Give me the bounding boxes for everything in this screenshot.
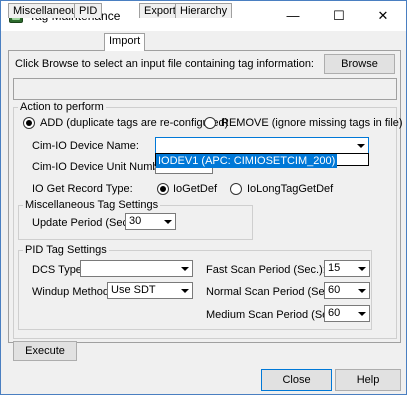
update-period-label: Update Period (Sec.):: [32, 217, 138, 229]
medium-scan-combo[interactable]: 60: [324, 305, 370, 322]
windup-method-combo[interactable]: Use SDT: [107, 282, 193, 299]
tab-pid[interactable]: PID: [74, 3, 103, 18]
device-unit-label: Cim-IO Device Unit Number:: [32, 161, 172, 173]
iolongtaggetdef-radio[interactable]: [230, 183, 242, 195]
execute-button[interactable]: Execute: [13, 341, 77, 361]
file-path-field[interactable]: [13, 78, 397, 100]
help-button[interactable]: Help: [335, 369, 401, 391]
maximize-button[interactable]: ☐: [316, 1, 362, 31]
iolongtaggetdef-label: IoLongTagGetDef: [247, 183, 334, 195]
fast-scan-combo[interactable]: 15: [324, 260, 370, 277]
record-type-label: IO Get Record Type:: [32, 183, 133, 195]
device-option-iodev1[interactable]: IODEV1 (APC: CIMIOSETCIM_200): [156, 154, 338, 168]
remove-radio[interactable]: [204, 117, 216, 129]
normal-scan-combo[interactable]: 60: [324, 282, 370, 299]
instruction-text: Click Browse to select an input file con…: [15, 58, 314, 70]
iogetdef-label: IoGetDef: [173, 183, 218, 195]
remove-radio-label: REMOVE (ignore missing tags in file): [221, 117, 403, 129]
add-radio[interactable]: [23, 117, 35, 129]
import-tab-panel: Click Browse to select an input file con…: [8, 50, 403, 361]
device-name-label: Cim-IO Device Name:: [32, 140, 139, 152]
fast-scan-label: Fast Scan Period (Sec.):: [206, 264, 326, 276]
device-name-dropdown: IODEV1 (APC: CIMIOSETCIM_200): [155, 153, 369, 168]
add-radio-label: ADD (duplicate tags are re-configured): [40, 117, 229, 129]
dcs-type-combo[interactable]: [80, 260, 193, 277]
normal-scan-label: Normal Scan Period (Sec.):: [206, 286, 340, 298]
close-window-button[interactable]: ✕: [360, 1, 406, 31]
chevron-down-icon: [160, 214, 175, 229]
minimize-button[interactable]: —: [270, 1, 316, 31]
tab-import[interactable]: Import: [104, 33, 146, 51]
update-period-combo[interactable]: 30: [125, 213, 176, 230]
pid-settings-legend: PID Tag Settings: [23, 244, 109, 256]
chevron-down-icon: [354, 283, 369, 298]
tag-maintenance-window: Tag Maintenance — ☐ ✕ Miscellaneous PID …: [0, 0, 407, 395]
dcs-type-label: DCS Type:: [32, 264, 85, 276]
close-button[interactable]: Close: [261, 369, 332, 391]
chevron-down-icon: [353, 138, 368, 153]
iogetdef-radio[interactable]: [157, 183, 169, 195]
chevron-down-icon: [177, 283, 192, 298]
chevron-down-icon: [354, 261, 369, 276]
tab-hierarchy[interactable]: Hierarchy: [175, 3, 233, 18]
windup-method-label: Windup Method:: [32, 286, 113, 298]
chevron-down-icon: [354, 306, 369, 321]
misc-settings-legend: Miscellaneous Tag Settings: [23, 199, 161, 211]
medium-scan-label: Medium Scan Period (Sec):: [206, 309, 341, 321]
action-group-legend: Action to perform: [18, 101, 106, 113]
chevron-down-icon: [177, 261, 192, 276]
browse-button[interactable]: Browse: [324, 54, 395, 74]
device-name-combo[interactable]: [155, 137, 369, 154]
